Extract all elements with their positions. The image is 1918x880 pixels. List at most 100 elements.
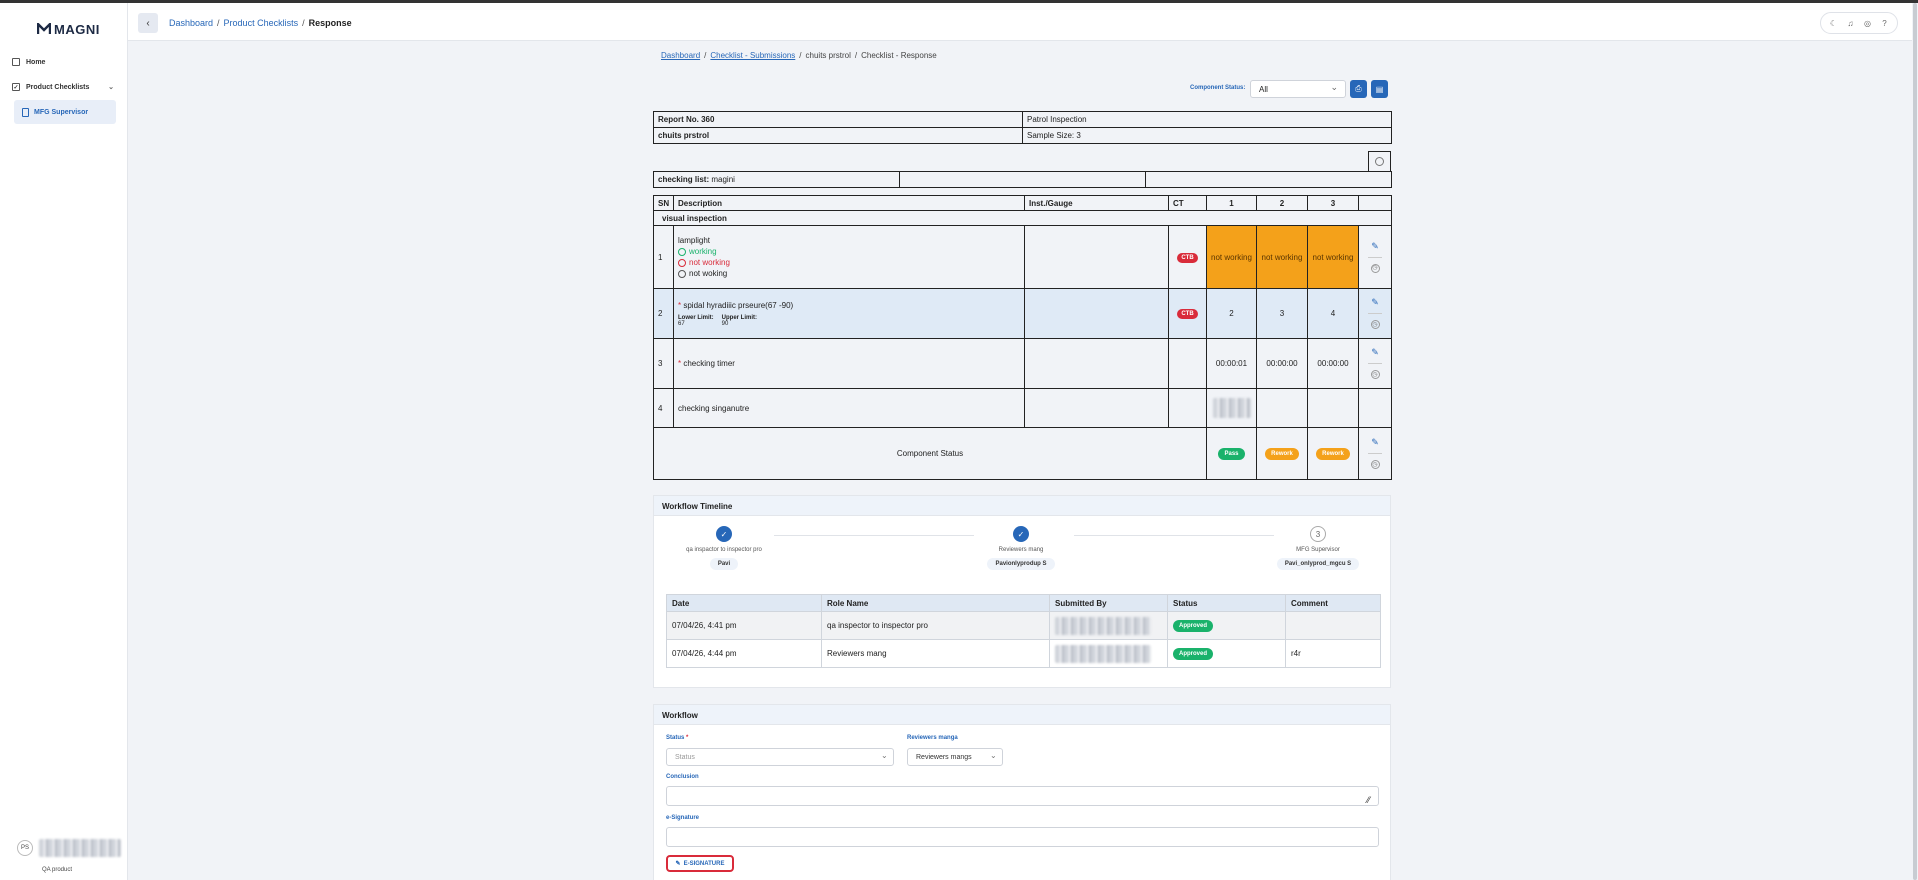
home-icon [12,58,20,66]
breadcrumb-product-checklists[interactable]: Product Checklists [224,18,299,28]
row-sn: 2 [653,288,674,339]
app-logo[interactable]: MAGNI [37,19,100,39]
row-title: spidal hyradiiic prseure(67 -90) [683,300,794,310]
row-inst [1024,225,1169,289]
status-select[interactable]: Status [666,748,894,766]
row-inst [1024,388,1169,428]
breadcrumb-dashboard[interactable]: Dashboard [169,18,213,28]
sample-value-2: not working [1256,225,1308,289]
col-date: Date [666,594,822,612]
help-icon[interactable]: ? [1879,17,1891,29]
user-role: QA product [42,867,73,873]
approval-history: Date Role Name Submitted By Status Comme… [666,594,1381,668]
timeline-step-2: ✓ Reviewers mang Pavionlyprodup S [951,526,1091,570]
row-comment [1285,611,1381,640]
row-description: * spidal hyradiiic prseure(67 -90) Lower… [673,288,1025,339]
user-profile[interactable]: PS [17,839,121,857]
section-title: visual inspection [653,210,1392,226]
edit-icon[interactable]: ✎ [1371,241,1379,251]
sidebar: MAGNI Home ✓ Product Checklists ⌄ MFG Su… [0,3,128,880]
row-submitted-by [1049,639,1168,668]
moon-icon[interactable]: ☾ [1828,17,1840,29]
col-actions [1358,195,1392,211]
conclusion-textarea[interactable] [666,786,1379,806]
sample-value-3: 4 [1307,288,1359,339]
required-mark: * [678,359,682,368]
sample-value-2: 00:00:00 [1256,338,1308,389]
col-description: Description [673,195,1025,211]
top-actions: ☾ ♫ ◎ ? [1820,12,1898,34]
status-badge: Rework [1265,447,1299,460]
lower-limit-label: Lower Limit: [678,314,714,321]
esignature-input[interactable] [666,827,1379,847]
page-breadcrumb-checklist: chuits prstrol [805,51,851,60]
col-comment: Comment [1285,594,1381,612]
report-header: Report No. 360 Patrol Inspection chuits … [653,111,1392,144]
reviewers-select[interactable]: Reviewers mangs [907,748,1003,766]
edit-icon[interactable]: ✎ [1371,438,1379,447]
history-icon[interactable]: ◷ [1370,460,1380,469]
history-icon[interactable]: ◷ [1370,263,1380,273]
history-icon[interactable]: ◷ [1370,370,1380,379]
settings-icon[interactable]: ◎ [1862,17,1874,29]
top-bar: ‹ Dashboard / Product Checklists / Respo… [128,3,1918,41]
check-icon: ✓ [1013,526,1029,542]
workflow-title: Workflow [654,705,1390,725]
sample-value-2 [1256,388,1308,428]
row-ct: CTB [1168,288,1207,339]
report-history-button[interactable] [1368,151,1391,171]
sample-value-1: not working [1206,225,1257,289]
breadcrumb-separator: / [302,18,305,28]
bell-icon[interactable]: ♫ [1845,17,1857,29]
option-label: working [689,247,717,256]
sidebar-item-home[interactable]: Home [12,58,45,66]
row-role: qa inspector to inspector pro [821,611,1050,640]
status-cell-1: Pass [1206,427,1257,480]
sample-value-1: 00:00:01 [1206,338,1257,389]
row-description: * checking timer [673,338,1025,389]
print-button[interactable]: ⎙ [1350,80,1367,98]
step-role: qa inspactor to inspector pro [686,547,762,553]
print-icon: ⎙ [1355,84,1362,93]
page-breadcrumb-dashboard[interactable]: Dashboard [661,51,700,60]
back-button[interactable]: ‹ [138,13,158,33]
sample-value-3: not working [1307,225,1359,289]
export-button[interactable]: ▤ [1371,80,1388,98]
timeline-connector [1074,535,1274,536]
page-breadcrumb-submissions[interactable]: Checklist - Submissions [710,51,795,60]
component-status-label: Component Status: [1190,85,1246,91]
edit-icon[interactable]: ✎ [1371,298,1379,307]
row-actions: ✎ ◷ [1358,288,1392,339]
e-signature-button[interactable]: ✎ E-SIGNATURE [666,855,734,872]
history-icon[interactable]: ◷ [1370,320,1380,329]
resize-handle-icon[interactable]: ⁄⁄ [1367,795,1370,805]
row-submitted-by [1049,611,1168,640]
chevron-down-icon: ⌄ [990,751,997,760]
required-mark: * [686,735,689,741]
report-number: Report No. 360 [653,111,1023,128]
page-scrollbar[interactable] [1912,3,1918,880]
row-sn: 3 [653,338,674,389]
sidebar-item-mfg-supervisor[interactable]: MFG Supervisor [14,100,116,124]
sidebar-item-product-checklists[interactable]: ✓ Product Checklists ⌄ [12,83,114,91]
breadcrumb: Dashboard / Product Checklists / Respons… [169,18,352,28]
status-cell-2: Rework [1256,427,1308,480]
radio-icon [678,269,686,278]
status-badge: Rework [1316,447,1350,460]
timeline-step-3: 3 MFG Supervisor Pavi_onlyprod_mgcu S [1248,526,1388,570]
scrollbar-thumb[interactable] [1913,3,1917,880]
sample-value-2: 3 [1256,288,1308,339]
upper-limit-value: 90 [721,320,729,327]
table-row: 2 * spidal hyradiiic prseure(67 -90) Low… [653,288,1392,339]
signature-image[interactable] [1212,398,1251,418]
breadcrumb-separator: / [704,51,707,60]
redacted-user-name [39,839,121,857]
sample-value-3: 00:00:00 [1307,338,1359,389]
empty-cell [1145,171,1392,188]
table-row: 3 * checking timer 00:00:01 00:00:00 00:… [653,338,1392,389]
component-status-select[interactable]: All [1250,80,1346,98]
check-icon: ✓ [716,526,732,542]
checking-list-row: checking list: magini [653,171,1392,188]
empty-cell [899,171,1146,188]
edit-icon[interactable]: ✎ [1371,348,1379,357]
